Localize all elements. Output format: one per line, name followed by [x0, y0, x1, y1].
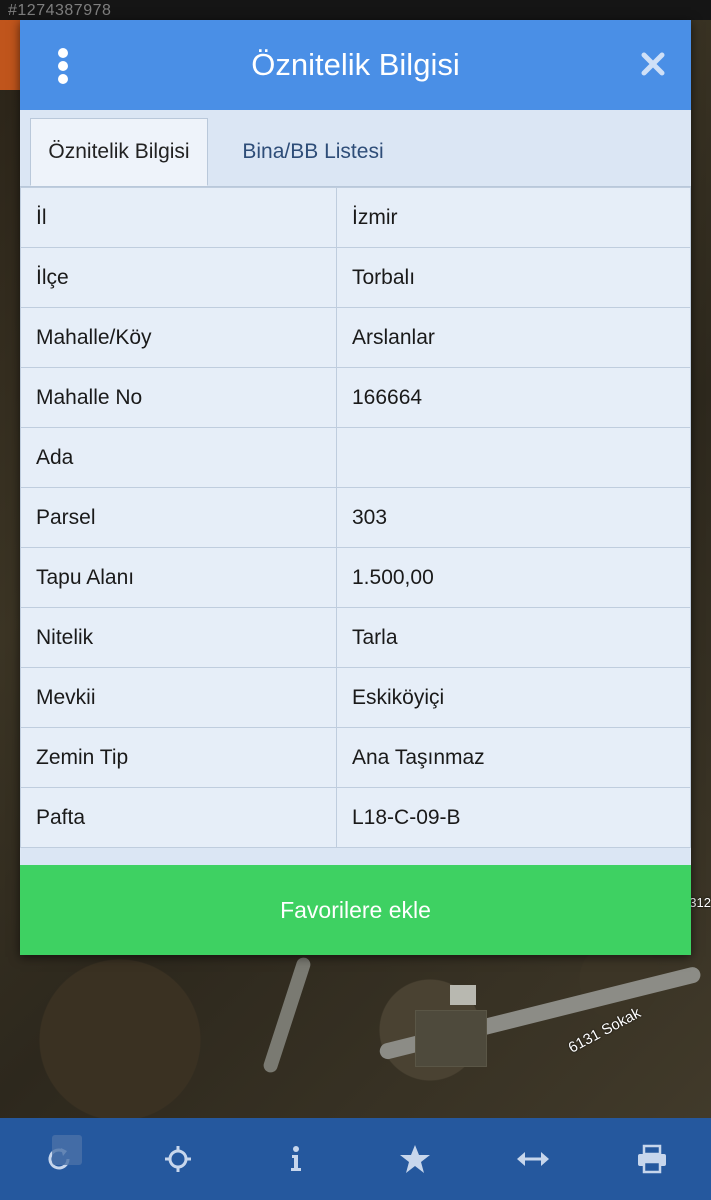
row-key: Ada: [20, 427, 337, 488]
table-row: Mahalle No 166664: [20, 367, 691, 428]
row-key: Nitelik: [20, 607, 337, 668]
more-vertical-icon[interactable]: [56, 48, 70, 84]
dialog-title: Öznitelik Bilgisi: [251, 47, 460, 82]
row-value: İzmir: [336, 187, 691, 248]
row-key: Zemin Tip: [20, 727, 337, 788]
row-value: [336, 427, 691, 488]
star-icon: [399, 1145, 430, 1173]
row-value: Ana Taşınmaz: [336, 727, 691, 788]
row-key: Mahalle No: [20, 367, 337, 428]
table-row: Parsel 303: [20, 487, 691, 548]
watermark-logo: [40, 1135, 110, 1195]
tab-attribute-info[interactable]: Öznitelik Bilgisi: [30, 118, 208, 186]
favorites-button[interactable]: [356, 1118, 475, 1200]
listing-id: #1274387978: [8, 2, 112, 19]
row-key: Mevkii: [20, 667, 337, 728]
info-button[interactable]: [237, 1118, 356, 1200]
row-value: 303: [336, 487, 691, 548]
row-value: Tarla: [336, 607, 691, 668]
row-value: L18-C-09-B: [336, 787, 691, 848]
row-key: İlçe: [20, 247, 337, 308]
row-key: Tapu Alanı: [20, 547, 337, 608]
row-value: Arslanlar: [336, 307, 691, 368]
print-button[interactable]: [593, 1118, 711, 1200]
attribute-dialog: Öznitelik Bilgisi Öznitelik Bilgisi Bina…: [20, 20, 691, 955]
row-key: İl: [20, 187, 337, 248]
table-row: Nitelik Tarla: [20, 607, 691, 668]
crosshair-icon: [164, 1146, 191, 1172]
attribute-table: İl İzmir İlçe Torbalı Mahalle/Köy Arslan…: [20, 187, 691, 848]
table-row: Zemin Tip Ana Taşınmaz: [20, 727, 691, 788]
map-parcel-edge: [0, 20, 20, 90]
table-row: Mevkii Eskiköyiçi: [20, 667, 691, 728]
row-key: Mahalle/Köy: [20, 307, 337, 368]
table-row: İlçe Torbalı: [20, 247, 691, 308]
table-row: Pafta L18-C-09-B: [20, 787, 691, 848]
row-value: Eskiköyiçi: [336, 667, 691, 728]
row-value: 166664: [336, 367, 691, 428]
row-key: Pafta: [20, 787, 337, 848]
table-row: Tapu Alanı 1.500,00: [20, 547, 691, 608]
add-to-favorites-button[interactable]: Favorilere ekle: [20, 865, 691, 955]
measure-icon: [517, 1152, 550, 1166]
table-row: İl İzmir: [20, 187, 691, 248]
dialog-header: Öznitelik Bilgisi: [20, 20, 691, 110]
tab-bar: Öznitelik Bilgisi Bina/BB Listesi: [20, 110, 691, 187]
row-key: Parsel: [20, 487, 337, 548]
map-side-number: 312: [689, 895, 711, 910]
locate-button[interactable]: [119, 1118, 238, 1200]
info-icon: [291, 1146, 302, 1171]
map-field: [415, 1010, 487, 1067]
table-row: Ada: [20, 427, 691, 488]
row-value: 1.500,00: [336, 547, 691, 608]
map-building: [450, 985, 476, 1005]
tab-building-list[interactable]: Bina/BB Listesi: [228, 118, 398, 186]
row-value: Torbalı: [336, 247, 691, 308]
measure-button[interactable]: [474, 1118, 593, 1200]
close-icon[interactable]: [639, 50, 667, 78]
table-row: Mahalle/Köy Arslanlar: [20, 307, 691, 368]
print-icon: [637, 1144, 666, 1174]
